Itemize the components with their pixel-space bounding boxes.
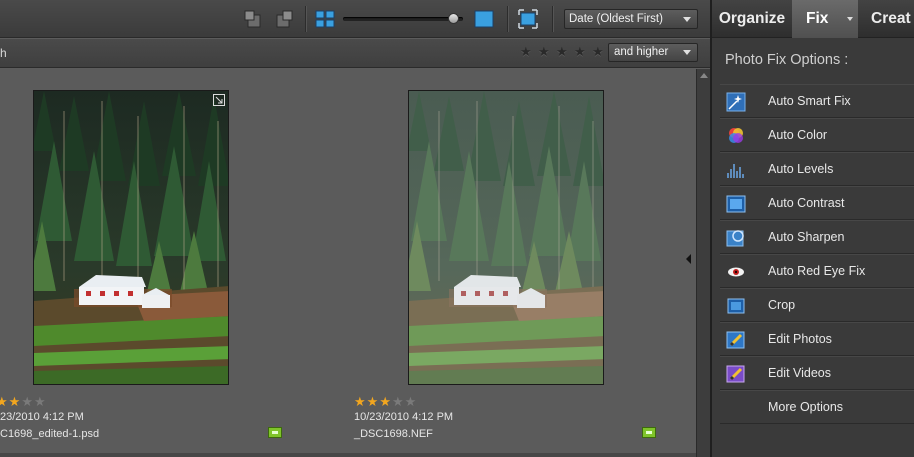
rating-star[interactable]: ★ [367,394,380,409]
top-toolbar: Date (Oldest First) [0,0,710,38]
tab-create[interactable]: Creat [858,0,914,38]
red-eye-icon [728,267,744,277]
crop-icon [727,298,745,314]
stack-icon[interactable] [213,94,225,106]
panel-title: Photo Fix Options : [725,52,849,68]
mode-tabs: Organize Fix Creat [712,0,914,38]
photo-thumbnail[interactable] [408,90,604,385]
edit-photos-icon [726,331,745,349]
photo-filename: C1698_edited-1.psd [0,428,100,440]
auto-color-icon [729,128,743,143]
photo-rating[interactable]: ★★★★★ [354,394,417,410]
edit-videos-icon [726,365,745,383]
rating-star[interactable]: ★ [34,394,47,409]
fix-item-auto-smart-fix[interactable]: Auto Smart Fix [720,84,914,118]
version-set-badge[interactable] [268,427,282,438]
fix-item-auto-color[interactable]: Auto Color [720,118,914,152]
large-thumbnails-icon[interactable] [474,9,494,29]
filter-label: h [0,46,7,60]
auto-smart-fix-icon [726,92,746,112]
collapse-panel-icon[interactable] [686,254,691,264]
fix-item-label: Auto Smart Fix [768,94,851,108]
rating-star[interactable]: ★ [21,394,34,409]
toolbar-separator [507,6,508,32]
fix-item-auto-red-eye-fix[interactable]: Auto Red Eye Fix [720,254,914,288]
thumbnail-size-slider[interactable] [343,17,463,21]
photo-rating[interactable]: ★★★★ [0,394,47,410]
fix-item-label: Auto Contrast [768,196,845,210]
rating-filter-star-3[interactable]: ★ [556,44,568,60]
auto-levels-icon [727,164,744,178]
fix-item-label: Auto Levels [768,162,834,176]
rotate-right-icon[interactable] [274,9,294,29]
tab-organize-label: Organize [718,10,786,27]
version-set-badge[interactable] [642,427,656,438]
rating-star[interactable]: ★ [9,394,22,409]
auto-contrast-icon [726,195,746,213]
fix-item-label: Edit Photos [768,332,832,346]
toolbar-separator [552,6,553,32]
photo-filename: _DSC1698.NEF [354,428,433,440]
grid-scrollbar[interactable] [696,69,710,457]
fix-options-list: Auto Smart Fix Auto Color Auto Levels Au… [720,84,914,424]
tab-create-label: Creat [871,10,911,27]
fix-item-label: Auto Red Eye Fix [768,264,866,278]
fix-item-more-options[interactable]: More Options [720,390,914,424]
fix-item-label: Crop [768,298,796,312]
full-screen-icon[interactable] [518,9,538,29]
scroll-up-icon[interactable] [700,73,708,78]
right-panel: Organize Fix Creat Photo Fix Options : A… [712,0,914,457]
rotate-left-icon[interactable] [243,9,263,29]
rating-star[interactable]: ★ [392,394,405,409]
rating-comparison-value: and higher [614,46,669,58]
rating-comparison-dropdown[interactable]: and higher [608,43,698,62]
photo-thumbnail[interactable] [33,90,229,385]
forest-house-image [409,91,603,384]
rating-filter-star-5[interactable]: ★ [592,44,604,60]
toolbar-separator [305,6,306,32]
sort-order-dropdown[interactable]: Date (Oldest First) [564,9,698,29]
fix-item-crop[interactable]: Crop [720,288,914,322]
forest-house-image [34,91,228,384]
rating-star[interactable]: ★ [354,394,367,409]
rating-filter-star-4[interactable]: ★ [574,44,586,60]
fix-item-label: More Options [768,400,844,414]
fix-item-label: Auto Sharpen [768,230,845,244]
photo-date: 10/23/2010 4:12 PM [354,411,454,423]
fix-item-auto-sharpen[interactable]: Auto Sharpen [720,220,914,254]
rating-filter-star-1[interactable]: ★ [520,44,532,60]
filter-bar: h ★ ★ ★ ★ ★ and higher [0,39,710,68]
rating-star[interactable]: ★ [405,394,418,409]
small-thumbnails-icon[interactable] [315,9,335,29]
chevron-down-icon[interactable] [847,17,853,21]
sort-order-value: Date (Oldest First) [569,13,663,25]
fix-item-auto-levels[interactable]: Auto Levels [720,152,914,186]
rating-star[interactable]: ★ [0,394,9,409]
tab-fix-label: Fix [806,10,829,27]
fix-item-edit-videos[interactable]: Edit Videos [720,356,914,390]
fix-item-label: Edit Videos [768,366,832,380]
chevron-down-icon [683,50,691,55]
chevron-down-icon [683,17,691,22]
tab-fix[interactable]: Fix [792,0,858,38]
fix-item-label: Auto Color [768,128,828,142]
fix-item-edit-photos[interactable]: Edit Photos [720,322,914,356]
fix-item-auto-contrast[interactable]: Auto Contrast [720,186,914,220]
auto-sharpen-icon [726,230,744,247]
slider-thumb[interactable] [448,13,459,24]
tab-organize[interactable]: Organize [712,0,792,38]
photo-date: 23/2010 4:12 PM [0,411,84,423]
rating-filter-star-2[interactable]: ★ [538,44,550,60]
grid-bottom-edge [0,453,696,457]
rating-star[interactable]: ★ [379,394,392,409]
